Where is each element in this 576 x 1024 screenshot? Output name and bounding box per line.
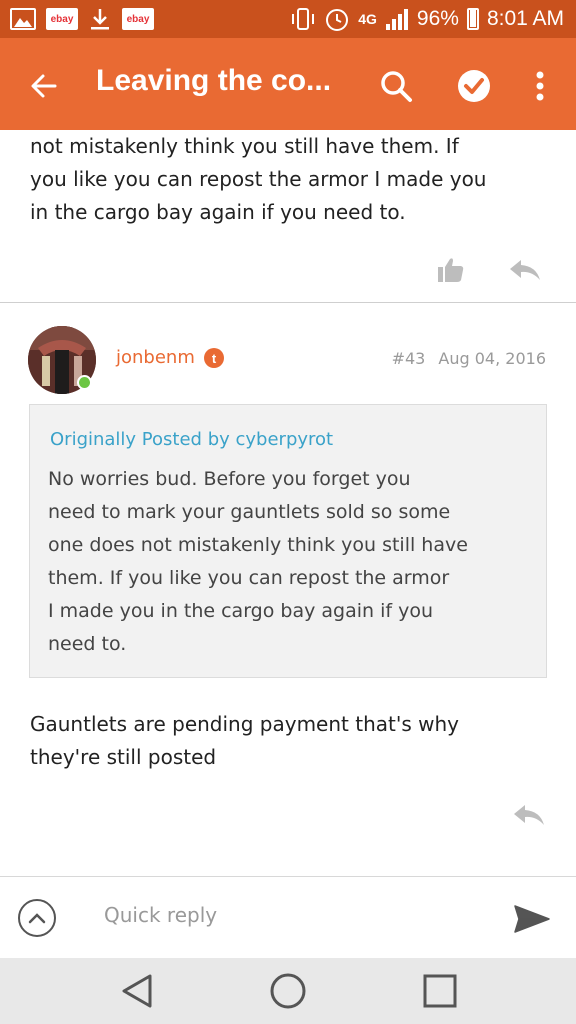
current-post-actions <box>512 802 546 828</box>
battery-icon <box>466 8 479 30</box>
text-line: Gauntlets are pending payment that's why <box>30 712 459 736</box>
nav-back-button[interactable] <box>112 966 162 1016</box>
nav-home-button[interactable] <box>263 966 313 1016</box>
triangle-back-icon <box>122 974 152 1008</box>
watch-thread-button[interactable] <box>450 62 498 110</box>
online-status-dot <box>77 375 92 390</box>
username[interactable]: jonbenm <box>116 347 195 368</box>
chevron-up-icon <box>28 913 46 924</box>
post-number[interactable]: #43 <box>392 349 426 368</box>
text-line: in the cargo bay again if you need to. <box>30 200 406 224</box>
more-vertical-icon <box>536 71 544 101</box>
nav-recents-button[interactable] <box>415 966 465 1016</box>
more-options-button[interactable] <box>520 62 560 110</box>
like-button[interactable] <box>436 256 466 284</box>
expand-editor-button[interactable] <box>18 899 56 937</box>
quote-line: them. If you like you can repost the arm… <box>48 567 450 589</box>
signal-icon <box>385 9 408 30</box>
quote-header[interactable]: Originally Posted by cyberpyrot <box>50 429 333 450</box>
alarm-icon <box>326 9 349 31</box>
gallery-notification-icon <box>10 8 36 30</box>
quick-reply-input[interactable]: Quick reply <box>104 903 217 927</box>
check-circle-icon <box>458 70 490 102</box>
reply-button[interactable] <box>508 257 542 283</box>
post-divider <box>0 302 576 303</box>
quote-block: Originally Posted by cyberpyrot No worri… <box>29 404 547 678</box>
quote-line: need to. <box>48 633 127 655</box>
ebay-notification-icon: ebay <box>46 8 78 30</box>
ebay-notification-icon-2: ebay <box>122 8 154 30</box>
previous-post-text: not mistakenly think you still have them… <box>30 130 550 229</box>
search-button[interactable] <box>372 62 420 110</box>
post-date: Aug 04, 2016 <box>438 349 546 368</box>
reply-button[interactable] <box>512 802 546 828</box>
app-bar: Leaving the co... <box>0 38 576 130</box>
square-recents-icon <box>423 974 457 1008</box>
quote-line: need to mark your gauntlets sold so some <box>48 501 451 523</box>
system-nav-bar <box>0 958 576 1024</box>
quote-text: No worries bud. Before you forget you ne… <box>48 463 528 661</box>
download-icon <box>91 9 109 30</box>
back-button[interactable] <box>22 64 66 108</box>
circle-home-icon <box>270 973 306 1009</box>
vibrate-icon <box>292 8 315 30</box>
quote-line: No worries bud. Before you forget you <box>48 468 411 490</box>
send-button[interactable] <box>508 897 556 941</box>
quick-reply-bar: Quick reply <box>0 876 576 958</box>
page-title: Leaving the co... <box>96 64 332 97</box>
post-text: Gauntlets are pending payment that's why… <box>30 708 550 774</box>
previous-post-actions <box>436 256 542 284</box>
send-icon <box>514 905 550 933</box>
clock: 8:01 AM <box>486 7 564 30</box>
text-line: they're still posted <box>30 745 217 769</box>
arrow-left-icon <box>31 74 57 98</box>
search-icon <box>381 71 412 102</box>
user-badge: t <box>204 348 224 368</box>
battery-percent: 96% <box>416 7 459 30</box>
quote-line: I made you in the cargo bay again if you <box>48 600 434 622</box>
post-meta: #43 Aug 04, 2016 <box>392 349 546 368</box>
status-bar: ebay ebay 4G 96% 8:01 AM <box>0 0 576 38</box>
network-type: 4G <box>358 11 377 27</box>
text-line: not mistakenly think you still have them… <box>30 134 459 158</box>
quote-line: one does not mistakenly think you still … <box>48 534 468 556</box>
text-line: you like you can repost the armor I made… <box>30 167 487 191</box>
